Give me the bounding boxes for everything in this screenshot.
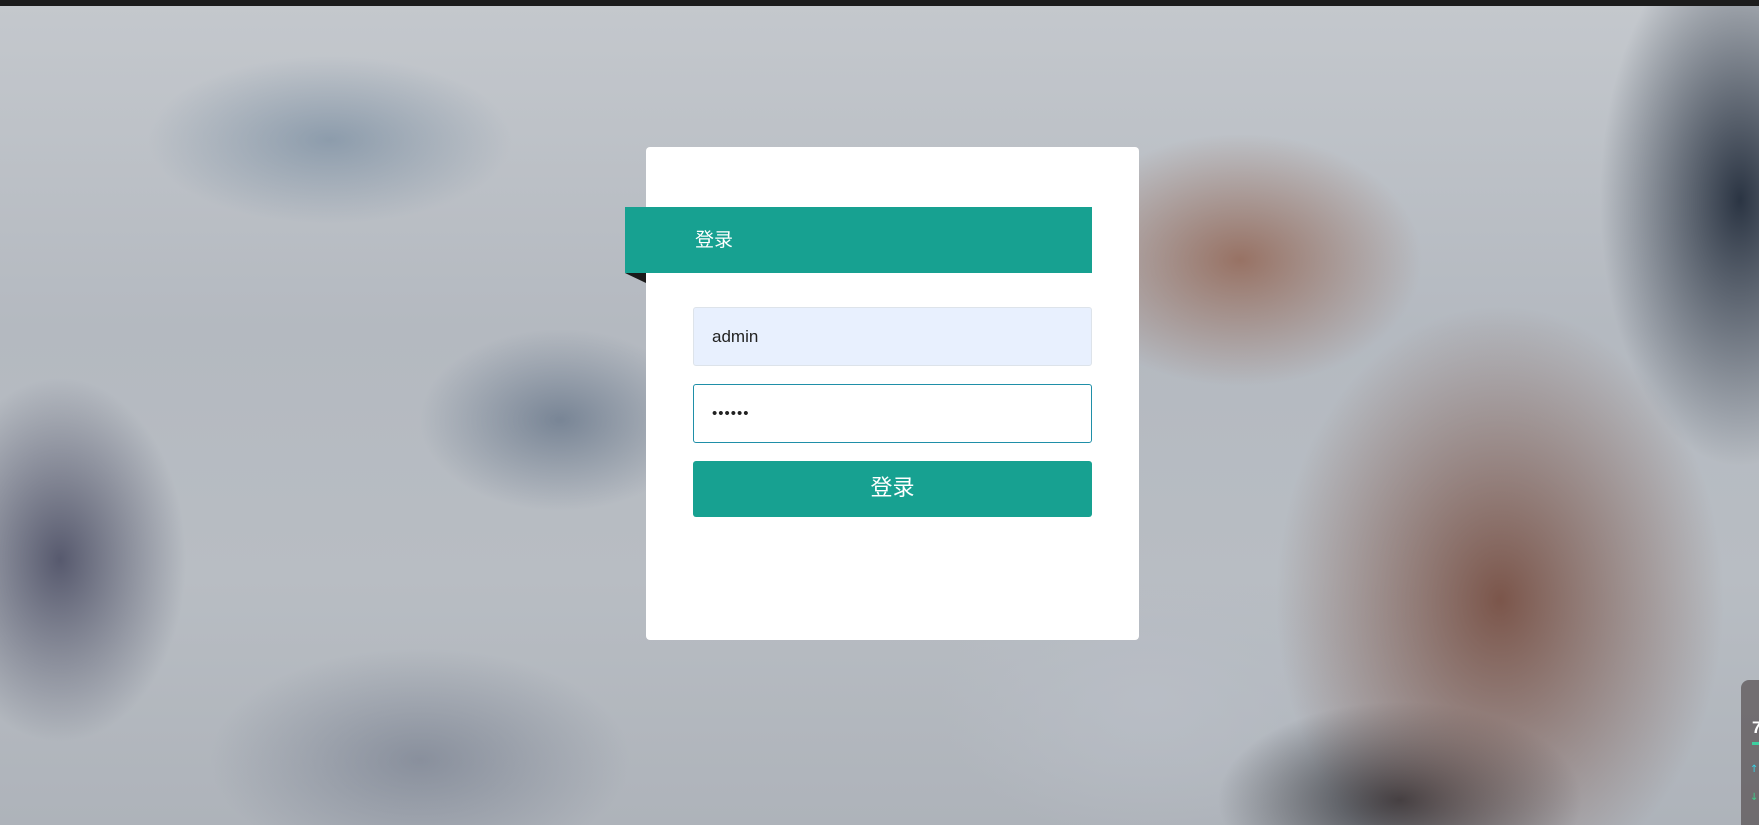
side-widget-bar	[1752, 742, 1759, 745]
login-button[interactable]: 登录	[693, 461, 1092, 517]
login-page: 登录 admin •••••• 登录 7 ↑ ↓	[0, 0, 1759, 825]
password-input[interactable]: ••••••	[693, 384, 1092, 443]
arrow-up-icon: ↑	[1750, 764, 1759, 775]
username-input[interactable]: admin	[693, 307, 1092, 366]
side-widget-number: 7	[1752, 718, 1759, 737]
top-edge-bar	[0, 0, 1759, 6]
floating-side-widget[interactable]: 7 ↑ ↓	[1741, 680, 1759, 825]
login-title: 登录	[695, 229, 734, 251]
ribbon-fold-shadow	[625, 273, 646, 283]
arrow-down-icon: ↓	[1750, 792, 1759, 803]
login-header-ribbon: 登录	[625, 207, 1092, 273]
